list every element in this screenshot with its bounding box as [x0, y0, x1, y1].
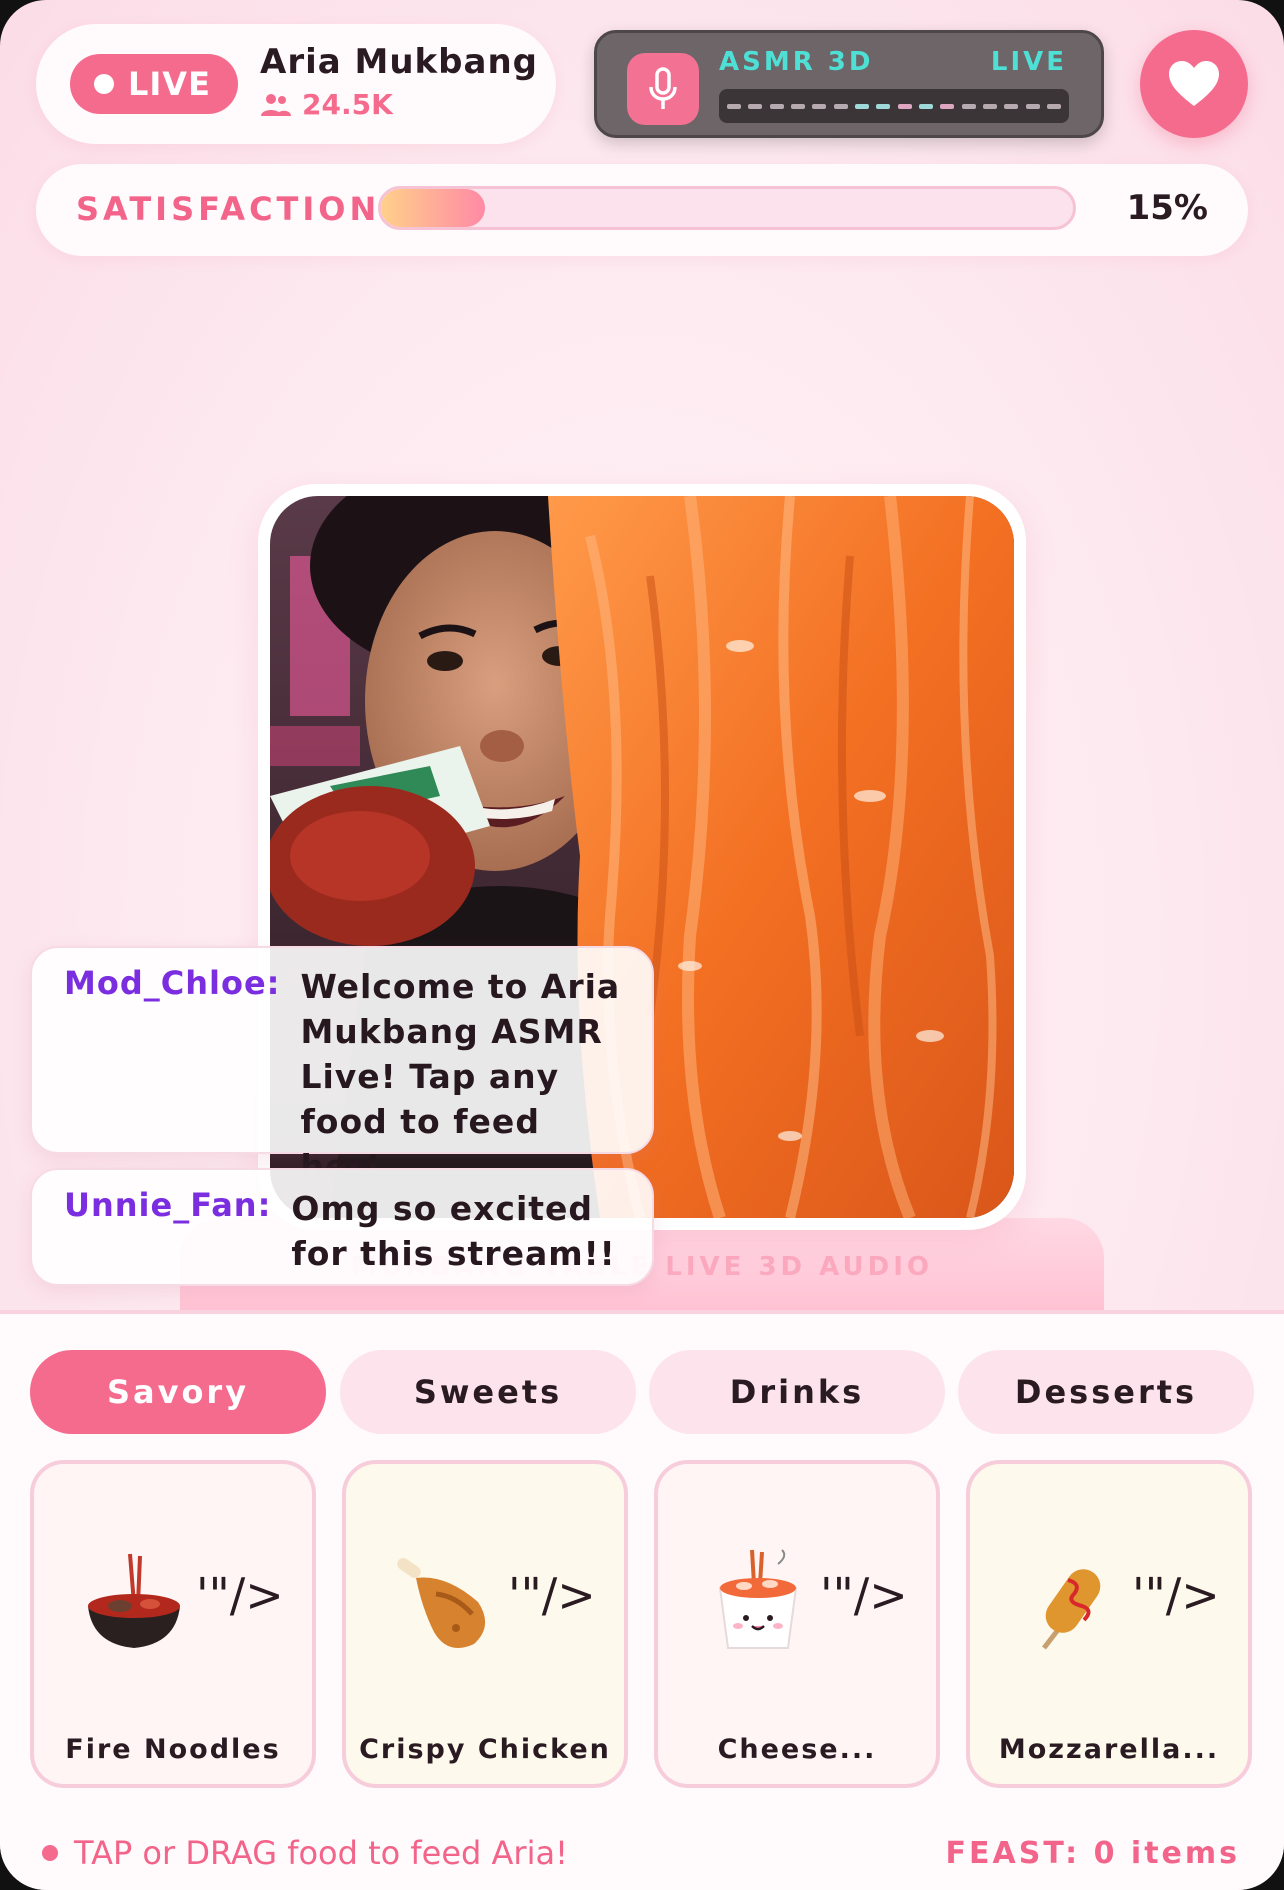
viewers-icon	[261, 93, 291, 116]
wave-segment	[748, 103, 763, 109]
live-label: LIVE	[128, 65, 211, 103]
tab-desserts[interactable]: Desserts	[958, 1350, 1254, 1434]
feed-hint: TAP or DRAG food to feed Aria!	[42, 1834, 568, 1872]
wave-segment	[1046, 103, 1061, 109]
food-name: Crispy Chicken	[359, 1734, 611, 1765]
asmr-live-status: LIVE	[990, 47, 1067, 77]
food-broken-text: '"/>	[1132, 1568, 1220, 1622]
microphone-icon	[649, 67, 677, 109]
feed-hint-text: TAP or DRAG food to feed Aria!	[74, 1834, 568, 1872]
wave-segment	[812, 103, 827, 109]
chat-username: Unnie_Fan:	[64, 1186, 272, 1224]
food-broken-text: '"/>	[196, 1568, 284, 1622]
wave-segment	[961, 103, 976, 109]
mic-button[interactable]	[627, 53, 699, 125]
food-card-mozzarella[interactable]: '"/> Mozzarella...	[966, 1460, 1252, 1788]
satisfaction-meter: SATISFACTION 15%	[36, 164, 1248, 256]
wave-segment	[897, 103, 912, 109]
food-card-fire-noodles[interactable]: '"/> Fire Noodles	[30, 1460, 316, 1788]
food-name: Mozzarella...	[998, 1734, 1220, 1765]
chat-text: Welcome to Aria Mukbang ASMR Live! Tap a…	[300, 967, 621, 1186]
heart-icon	[1169, 61, 1219, 106]
satisfaction-label: SATISFACTION	[76, 190, 381, 228]
satisfaction-track	[378, 186, 1076, 230]
wave-segment	[940, 103, 955, 109]
wave-segment	[1004, 103, 1019, 109]
live-badge: LIVE	[70, 54, 238, 114]
chat-text: Omg so excited for this stream!!	[291, 1189, 616, 1273]
app-root: LIVE Aria Mukbang 24.5K ASMR 3D LIVE SAT…	[0, 0, 1284, 1890]
wave-segment	[982, 103, 997, 109]
feast-counter: FEAST: 0 items	[945, 1836, 1240, 1871]
hint-dot-icon	[42, 1845, 58, 1861]
food-name: Cheese...	[717, 1734, 877, 1765]
food-broken-text: '"/>	[508, 1568, 596, 1622]
wave-segment	[769, 103, 784, 109]
chat-message: Unnie_Fan: Omg so excited for this strea…	[30, 1168, 654, 1286]
wave-segment	[790, 103, 805, 109]
wave-segment	[833, 103, 848, 109]
food-name: Fire Noodles	[65, 1734, 281, 1765]
food-card-cheese[interactable]: '"/> Cheese...	[654, 1460, 940, 1788]
wave-segment	[854, 103, 869, 109]
chat-message: Mod_Chloe: Welcome to Aria Mukbang ASMR …	[30, 946, 654, 1186]
host-info-card[interactable]: LIVE Aria Mukbang 24.5K	[36, 24, 556, 144]
like-button[interactable]	[1140, 30, 1248, 138]
viewer-count-text: 24.5K	[302, 88, 393, 121]
satisfaction-fill	[381, 189, 485, 227]
tteokbokki-cup-icon	[698, 1544, 818, 1664]
tab-drinks[interactable]: Drinks	[649, 1350, 945, 1434]
fried-chicken-icon	[386, 1544, 506, 1664]
viewer-count: 24.5K	[260, 88, 393, 121]
chat-username: Mod_Chloe:	[64, 964, 281, 1002]
noodle-bowl-icon	[74, 1544, 194, 1664]
asmr-audio-panel: ASMR 3D LIVE	[594, 30, 1104, 138]
food-panel: Savory Sweets Drinks Desserts '"/> Fire …	[0, 1310, 1284, 1890]
corn-dog-icon	[1010, 1544, 1130, 1664]
host-name: Aria Mukbang	[260, 42, 538, 82]
food-broken-text: '"/>	[820, 1568, 908, 1622]
satisfaction-value: 15%	[1126, 188, 1208, 228]
tab-sweets[interactable]: Sweets	[340, 1350, 636, 1434]
wave-segment	[727, 103, 741, 109]
wave-segment	[1025, 103, 1040, 109]
food-card-crispy-chicken[interactable]: '"/> Crispy Chicken	[342, 1460, 628, 1788]
tab-savory[interactable]: Savory	[30, 1350, 326, 1434]
asmr-label: ASMR 3D	[719, 47, 874, 77]
audio-waveform	[719, 89, 1069, 123]
wave-segment	[918, 103, 933, 109]
wave-segment	[876, 103, 891, 109]
live-dot-icon	[94, 74, 114, 94]
